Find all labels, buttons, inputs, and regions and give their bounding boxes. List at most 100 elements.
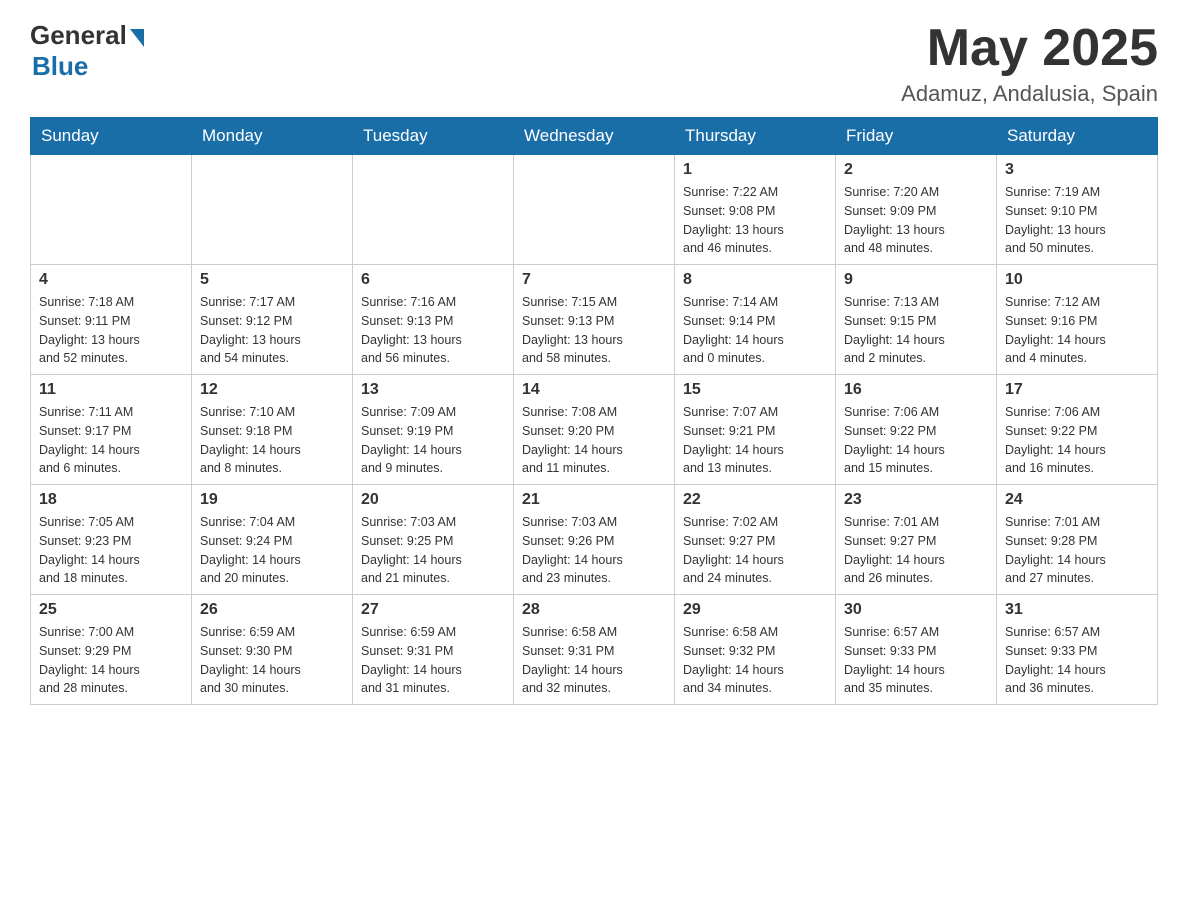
calendar-cell: 9Sunrise: 7:13 AM Sunset: 9:15 PM Daylig… [836, 265, 997, 375]
calendar-cell: 6 Sunrise: 7:16 AM Sunset: 9:13 PM Daylig… [353, 265, 514, 375]
calendar-cell: 20 Sunrise: 7:03 AM Sunset: 9:25 PM Dayli… [353, 485, 514, 595]
day-number: 2 [844, 161, 988, 179]
day-number: 29 [683, 601, 827, 619]
calendar-cell: 5 Sunrise: 7:17 AM Sunset: 9:12 PM Daylig… [192, 265, 353, 375]
day-info: Sunrise: 7:03 AM Sunset: 9:25 PM Dayligh… [361, 513, 505, 588]
weekday-header-saturday: Saturday [997, 118, 1158, 155]
day-number: 12 [200, 381, 344, 399]
calendar-cell: 17 Sunrise: 7:06 AM Sunset: 9:22 PM Dayli… [997, 375, 1158, 485]
day-number: 14 [522, 381, 666, 399]
day-info: Sunrise: 7:02 AM Sunset: 9:27 PM Dayligh… [683, 513, 827, 588]
week-row-2: 4 Sunrise: 7:18 AM Sunset: 9:11 PM Daylig… [31, 265, 1158, 375]
day-number: 4 [39, 271, 183, 289]
week-row-3: 11Sunrise: 7:11 AM Sunset: 9:17 PM Dayli… [31, 375, 1158, 485]
weekday-header-thursday: Thursday [675, 118, 836, 155]
calendar-cell: 21Sunrise: 7:03 AM Sunset: 9:26 PM Dayli… [514, 485, 675, 595]
day-info: Sunrise: 6:58 AM Sunset: 9:31 PM Dayligh… [522, 623, 666, 698]
calendar-cell: 1 Sunrise: 7:22 AM Sunset: 9:08 PM Daylig… [675, 155, 836, 265]
day-number: 28 [522, 601, 666, 619]
day-number: 27 [361, 601, 505, 619]
day-info: Sunrise: 7:03 AM Sunset: 9:26 PM Dayligh… [522, 513, 666, 588]
day-info: Sunrise: 7:16 AM Sunset: 9:13 PM Dayligh… [361, 293, 505, 368]
day-info: Sunrise: 6:57 AM Sunset: 9:33 PM Dayligh… [1005, 623, 1149, 698]
logo-arrow-icon [130, 29, 144, 47]
day-info: Sunrise: 7:01 AM Sunset: 9:28 PM Dayligh… [1005, 513, 1149, 588]
day-info: Sunrise: 7:06 AM Sunset: 9:22 PM Dayligh… [844, 403, 988, 478]
calendar-cell: 22 Sunrise: 7:02 AM Sunset: 9:27 PM Dayli… [675, 485, 836, 595]
calendar-cell: 26Sunrise: 6:59 AM Sunset: 9:30 PM Dayli… [192, 595, 353, 705]
location-subtitle: Adamuz, Andalusia, Spain [901, 81, 1158, 107]
day-info: Sunrise: 6:57 AM Sunset: 9:33 PM Dayligh… [844, 623, 988, 698]
day-number: 1 [683, 161, 827, 179]
calendar-cell: 16 Sunrise: 7:06 AM Sunset: 9:22 PM Dayli… [836, 375, 997, 485]
day-info: Sunrise: 7:04 AM Sunset: 9:24 PM Dayligh… [200, 513, 344, 588]
day-info: Sunrise: 7:06 AM Sunset: 9:22 PM Dayligh… [1005, 403, 1149, 478]
day-number: 22 [683, 491, 827, 509]
day-info: Sunrise: 7:01 AM Sunset: 9:27 PM Dayligh… [844, 513, 988, 588]
day-number: 15 [683, 381, 827, 399]
calendar-cell: 27 Sunrise: 6:59 AM Sunset: 9:31 PM Dayli… [353, 595, 514, 705]
day-info: Sunrise: 7:20 AM Sunset: 9:09 PM Dayligh… [844, 183, 988, 258]
day-number: 31 [1005, 601, 1149, 619]
day-number: 9 [844, 271, 988, 289]
day-info: Sunrise: 6:59 AM Sunset: 9:31 PM Dayligh… [361, 623, 505, 698]
calendar-cell: 7Sunrise: 7:15 AM Sunset: 9:13 PM Daylig… [514, 265, 675, 375]
calendar-cell: 13 Sunrise: 7:09 AM Sunset: 9:19 PM Dayli… [353, 375, 514, 485]
day-number: 5 [200, 271, 344, 289]
day-number: 8 [683, 271, 827, 289]
day-info: Sunrise: 7:00 AM Sunset: 9:29 PM Dayligh… [39, 623, 183, 698]
day-info: Sunrise: 7:05 AM Sunset: 9:23 PM Dayligh… [39, 513, 183, 588]
calendar-cell: 19Sunrise: 7:04 AM Sunset: 9:24 PM Dayli… [192, 485, 353, 595]
day-number: 16 [844, 381, 988, 399]
logo-blue-text: Blue [32, 51, 88, 82]
calendar-cell [514, 155, 675, 265]
day-info: Sunrise: 7:18 AM Sunset: 9:11 PM Dayligh… [39, 293, 183, 368]
weekday-header-wednesday: Wednesday [514, 118, 675, 155]
day-info: Sunrise: 7:10 AM Sunset: 9:18 PM Dayligh… [200, 403, 344, 478]
day-info: Sunrise: 7:15 AM Sunset: 9:13 PM Dayligh… [522, 293, 666, 368]
day-number: 11 [39, 381, 183, 399]
weekday-header-friday: Friday [836, 118, 997, 155]
calendar-cell: 23 Sunrise: 7:01 AM Sunset: 9:27 PM Dayli… [836, 485, 997, 595]
day-number: 17 [1005, 381, 1149, 399]
day-number: 6 [361, 271, 505, 289]
calendar-cell: 24 Sunrise: 7:01 AM Sunset: 9:28 PM Dayli… [997, 485, 1158, 595]
day-info: Sunrise: 7:09 AM Sunset: 9:19 PM Dayligh… [361, 403, 505, 478]
day-number: 13 [361, 381, 505, 399]
day-info: Sunrise: 7:19 AM Sunset: 9:10 PM Dayligh… [1005, 183, 1149, 258]
page-header: General Blue May 2025 Adamuz, Andalusia,… [30, 20, 1158, 107]
day-number: 3 [1005, 161, 1149, 179]
calendar-cell: 30Sunrise: 6:57 AM Sunset: 9:33 PM Dayli… [836, 595, 997, 705]
calendar-cell: 29Sunrise: 6:58 AM Sunset: 9:32 PM Dayli… [675, 595, 836, 705]
calendar-cell: 31 Sunrise: 6:57 AM Sunset: 9:33 PM Dayli… [997, 595, 1158, 705]
weekday-header-tuesday: Tuesday [353, 118, 514, 155]
day-number: 10 [1005, 271, 1149, 289]
weekday-header-row: SundayMondayTuesdayWednesdayThursdayFrid… [31, 118, 1158, 155]
week-row-4: 18 Sunrise: 7:05 AM Sunset: 9:23 PM Dayli… [31, 485, 1158, 595]
calendar-cell: 12 Sunrise: 7:10 AM Sunset: 9:18 PM Dayli… [192, 375, 353, 485]
calendar-cell: 28 Sunrise: 6:58 AM Sunset: 9:31 PM Dayli… [514, 595, 675, 705]
day-info: Sunrise: 7:07 AM Sunset: 9:21 PM Dayligh… [683, 403, 827, 478]
day-info: Sunrise: 7:08 AM Sunset: 9:20 PM Dayligh… [522, 403, 666, 478]
day-number: 24 [1005, 491, 1149, 509]
day-info: Sunrise: 7:12 AM Sunset: 9:16 PM Dayligh… [1005, 293, 1149, 368]
weekday-header-sunday: Sunday [31, 118, 192, 155]
day-number: 25 [39, 601, 183, 619]
calendar-table: SundayMondayTuesdayWednesdayThursdayFrid… [30, 117, 1158, 705]
week-row-5: 25 Sunrise: 7:00 AM Sunset: 9:29 PM Dayli… [31, 595, 1158, 705]
day-number: 20 [361, 491, 505, 509]
calendar-cell: 25 Sunrise: 7:00 AM Sunset: 9:29 PM Dayli… [31, 595, 192, 705]
calendar-cell [192, 155, 353, 265]
day-number: 18 [39, 491, 183, 509]
day-info: Sunrise: 7:22 AM Sunset: 9:08 PM Dayligh… [683, 183, 827, 258]
day-number: 23 [844, 491, 988, 509]
calendar-cell: 14 Sunrise: 7:08 AM Sunset: 9:20 PM Dayli… [514, 375, 675, 485]
calendar-cell: 3 Sunrise: 7:19 AM Sunset: 9:10 PM Daylig… [997, 155, 1158, 265]
day-info: Sunrise: 7:17 AM Sunset: 9:12 PM Dayligh… [200, 293, 344, 368]
logo-general-text: General [30, 20, 127, 51]
week-row-1: 1 Sunrise: 7:22 AM Sunset: 9:08 PM Daylig… [31, 155, 1158, 265]
title-block: May 2025 Adamuz, Andalusia, Spain [901, 20, 1158, 107]
day-info: Sunrise: 7:14 AM Sunset: 9:14 PM Dayligh… [683, 293, 827, 368]
day-info: Sunrise: 6:59 AM Sunset: 9:30 PM Dayligh… [200, 623, 344, 698]
calendar-cell: 11Sunrise: 7:11 AM Sunset: 9:17 PM Dayli… [31, 375, 192, 485]
